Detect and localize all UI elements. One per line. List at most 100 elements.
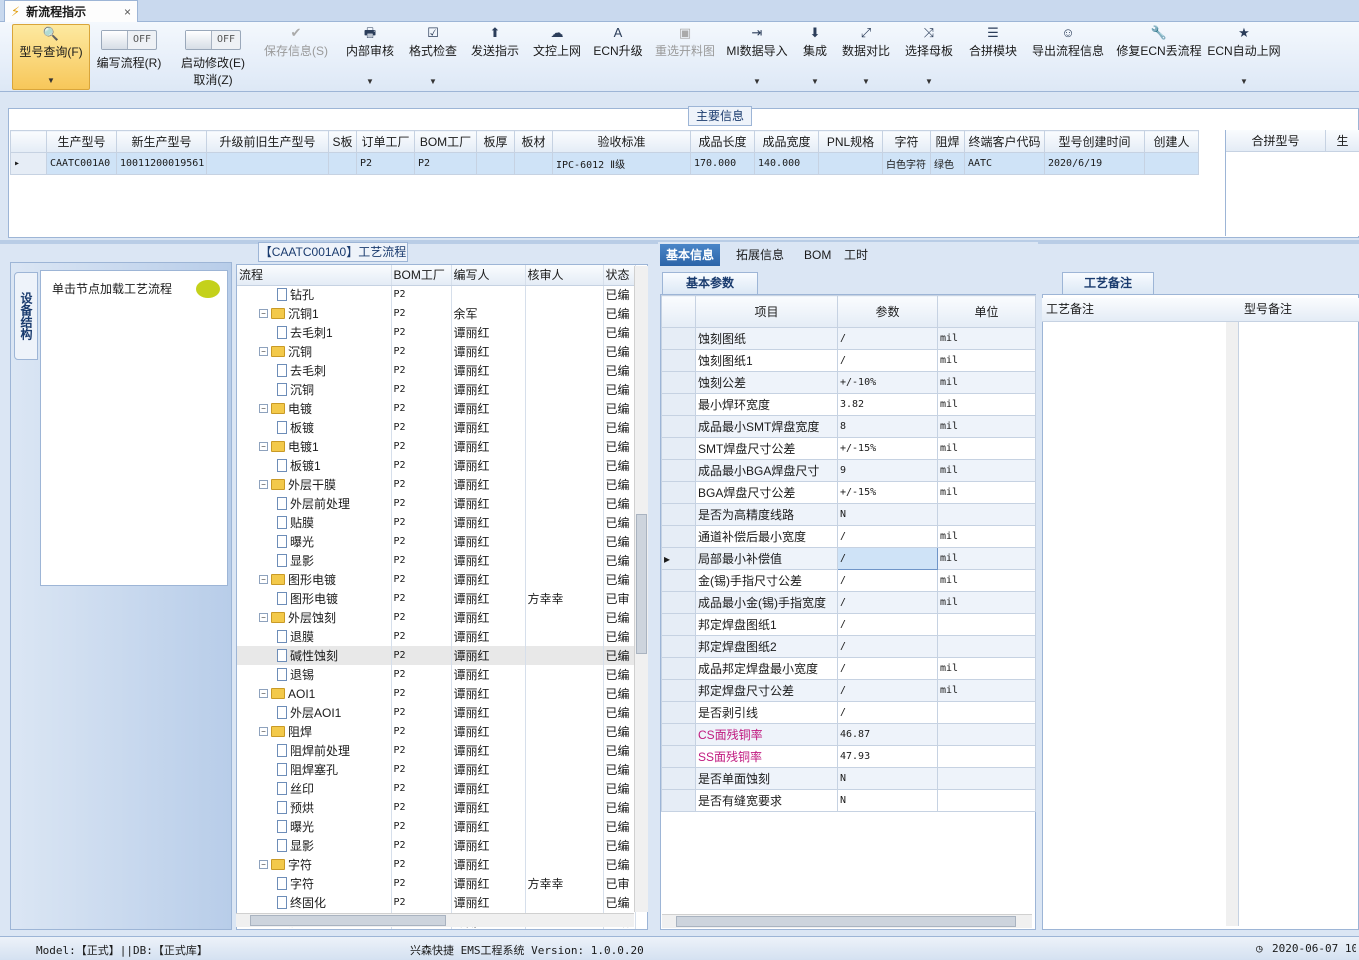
tree-node[interactable]: 板镀1 <box>239 457 389 474</box>
tree-node[interactable]: 丝印 <box>239 780 389 797</box>
tree-node[interactable]: 退锡 <box>239 666 389 683</box>
tree-node[interactable]: 阻焊塞孔 <box>239 761 389 778</box>
param-column-header[interactable]: 单位 <box>937 295 1036 328</box>
tree-row[interactable]: 显影 P2 谭丽红 已编 <box>237 551 636 570</box>
ribbon-button-11[interactable]: ☰ 合拼模块 <box>964 24 1022 90</box>
param-row[interactable]: 通道补偿后最小宽度 / mil <box>661 525 1036 548</box>
tree-row[interactable]: 板镀 P2 谭丽红 已编 <box>237 418 636 437</box>
param-row[interactable]: 成品最小SMT焊盘宽度 8 mil <box>661 415 1036 438</box>
tree-node[interactable]: 显影 <box>239 837 389 854</box>
collapse-icon[interactable]: − <box>259 575 268 584</box>
param-row[interactable]: 是否有缝宽要求 N <box>661 789 1036 812</box>
tree-node[interactable]: 板镀 <box>239 419 389 436</box>
tree-node[interactable]: − 电镀1 <box>239 438 389 455</box>
param-value[interactable]: N <box>837 767 938 790</box>
tree-row[interactable]: 去毛刺 P2 谭丽红 已编 <box>237 361 636 380</box>
ribbon-button-7[interactable]: ⇥ MI数据导入 ▼ <box>724 24 790 90</box>
param-row[interactable]: CS面残铜率 46.87 <box>661 723 1036 746</box>
tree-row[interactable]: 外层AOI1 P2 谭丽红 已编 <box>237 703 636 722</box>
tree-row[interactable]: 贴膜 P2 谭丽红 已编 <box>237 513 636 532</box>
tree-node[interactable]: 阻焊前处理 <box>239 742 389 759</box>
detail-tab-0[interactable]: 基本信息 <box>660 244 721 266</box>
tree-row[interactable]: 外层前处理 P2 谭丽红 已编 <box>237 494 636 513</box>
param-value[interactable]: / <box>837 701 938 724</box>
document-tab[interactable]: ⚡ 新流程指示 × <box>4 0 138 22</box>
param-value[interactable]: N <box>837 503 938 526</box>
tree-column-header[interactable]: BOM工厂 <box>391 265 452 286</box>
column-header[interactable]: 成品长度 <box>690 130 755 153</box>
param-row[interactable]: 是否剥引线 / <box>661 701 1036 724</box>
column-header[interactable]: S板 <box>328 130 357 153</box>
tree-row[interactable]: 图形电镀 P2 谭丽红 方幸幸 已审 <box>237 589 636 608</box>
column-header[interactable]: 终端客户代码 <box>964 130 1045 153</box>
param-value[interactable]: 8 <box>837 415 938 438</box>
start-edit-toggle[interactable]: OFF <box>185 30 241 50</box>
tree-row[interactable]: − 字符 P2 谭丽红 已编 <box>237 855 636 874</box>
detail-tab-3[interactable]: 工时 <box>838 244 874 266</box>
param-value[interactable]: / <box>837 327 938 350</box>
tree-node[interactable]: 沉铜 <box>239 381 389 398</box>
detail-tab-1[interactable]: 拓展信息 <box>730 244 790 266</box>
device-structure-tab[interactable]: 设备结构 <box>14 272 38 360</box>
column-header[interactable]: 成品宽度 <box>754 130 819 153</box>
param-value[interactable]: N <box>837 789 938 812</box>
tree-row[interactable]: − AOI1 P2 谭丽红 已编 <box>237 684 636 703</box>
tree-horizontal-scrollbar[interactable] <box>236 913 634 927</box>
collapse-icon[interactable]: − <box>259 860 268 869</box>
tree-row[interactable]: − 电镀 P2 谭丽红 已编 <box>237 399 636 418</box>
collapse-icon[interactable]: − <box>259 689 268 698</box>
tree-node[interactable]: 贴膜 <box>239 514 389 531</box>
ribbon-button-3[interactable]: ⬆ 发送指示 <box>466 24 524 90</box>
tree-node[interactable]: 外层AOI1 <box>239 704 389 721</box>
param-value[interactable]: 46.87 <box>837 723 938 746</box>
param-row[interactable]: 蚀刻图纸1/mil <box>661 349 1036 372</box>
param-row[interactable]: 最小焊环宽度 3.82 mil <box>661 393 1036 416</box>
column-header[interactable]: 型号创建时间 <box>1044 130 1145 153</box>
tree-row[interactable]: 去毛刺1 P2 谭丽红 已编 <box>237 323 636 342</box>
tree-node[interactable]: − AOI1 <box>239 687 389 701</box>
tree-column-header[interactable]: 状态 <box>603 265 636 286</box>
tree-node[interactable]: 碱性蚀刻 <box>239 647 389 664</box>
tree-row[interactable]: 碱性蚀刻 P2 谭丽红 已编 <box>237 646 636 665</box>
ribbon-button-13[interactable]: 🔧 修复ECN丢流程 <box>1114 24 1204 90</box>
ribbon-button-14[interactable]: ★ ECN自动上网 ▼ <box>1207 24 1280 90</box>
collapse-icon[interactable]: − <box>259 404 268 413</box>
tree-node[interactable]: − 图形电镀 <box>239 571 389 588</box>
collapse-icon[interactable]: − <box>259 480 268 489</box>
param-value[interactable]: +/-10% <box>837 371 938 394</box>
param-row[interactable]: 邦定焊盘图纸2/ <box>661 635 1036 658</box>
tree-row[interactable]: − 图形电镀 P2 谭丽红 已编 <box>237 570 636 589</box>
column-header[interactable]: 板厚 <box>476 130 515 153</box>
ribbon-button-9[interactable]: ⤢ 数据对比 ▼ <box>836 24 896 90</box>
param-row[interactable]: ▸ 局部最小补偿值 / mil <box>661 547 1036 570</box>
tree-node[interactable]: − 外层干膜 <box>239 476 389 493</box>
param-value[interactable]: / <box>837 657 938 680</box>
tree-row[interactable]: − 沉铜 P2 谭丽红 已编 <box>237 342 636 361</box>
tree-row[interactable]: 预烘 P2 谭丽红 已编 <box>237 798 636 817</box>
ribbon-button-5[interactable]: A ECN升级 <box>592 24 644 90</box>
ribbon-button-8[interactable]: ⬇ 集成 ▼ <box>798 24 832 90</box>
tree-row[interactable]: 钻孔 P2 已编 <box>237 285 636 304</box>
collapse-icon[interactable]: − <box>259 309 268 318</box>
tree-row[interactable]: 终固化 P2 谭丽红 已编 <box>237 893 636 912</box>
tree-node[interactable]: − 字符 <box>239 856 389 873</box>
tree-row[interactable]: 字符 P2 谭丽红 方幸幸 已审 <box>237 874 636 893</box>
tree-row[interactable]: 退锡 P2 谭丽红 已编 <box>237 665 636 684</box>
tree-node[interactable]: − 沉铜1 <box>239 305 389 322</box>
tree-column-header[interactable]: 核审人 <box>525 265 604 286</box>
param-row[interactable]: 成品最小金(锡)手指宽度 / mil <box>661 591 1036 614</box>
close-icon[interactable]: × <box>124 5 131 19</box>
column-header[interactable]: 阻焊 <box>930 130 965 153</box>
param-row[interactable]: 成品最小BGA焊盘尺寸 9 mil <box>661 459 1036 482</box>
write-flow-toggle[interactable]: OFF <box>101 30 157 50</box>
param-value[interactable]: / <box>837 635 938 658</box>
param-row[interactable]: 蚀刻图纸 / mil <box>661 327 1036 350</box>
param-value[interactable]: 3.82 <box>837 393 938 416</box>
tree-node[interactable]: − 电镀 <box>239 400 389 417</box>
tree-row[interactable]: 曝光 P2 谭丽红 已编 <box>237 817 636 836</box>
tree-row[interactable]: 沉铜 P2 谭丽红 已编 <box>237 380 636 399</box>
param-horizontal-scrollbar[interactable] <box>662 914 1032 928</box>
collapse-icon[interactable]: − <box>259 347 268 356</box>
tree-node[interactable]: 去毛刺 <box>239 362 389 379</box>
tree-row[interactable]: 阻焊塞孔 P2 谭丽红 已编 <box>237 760 636 779</box>
